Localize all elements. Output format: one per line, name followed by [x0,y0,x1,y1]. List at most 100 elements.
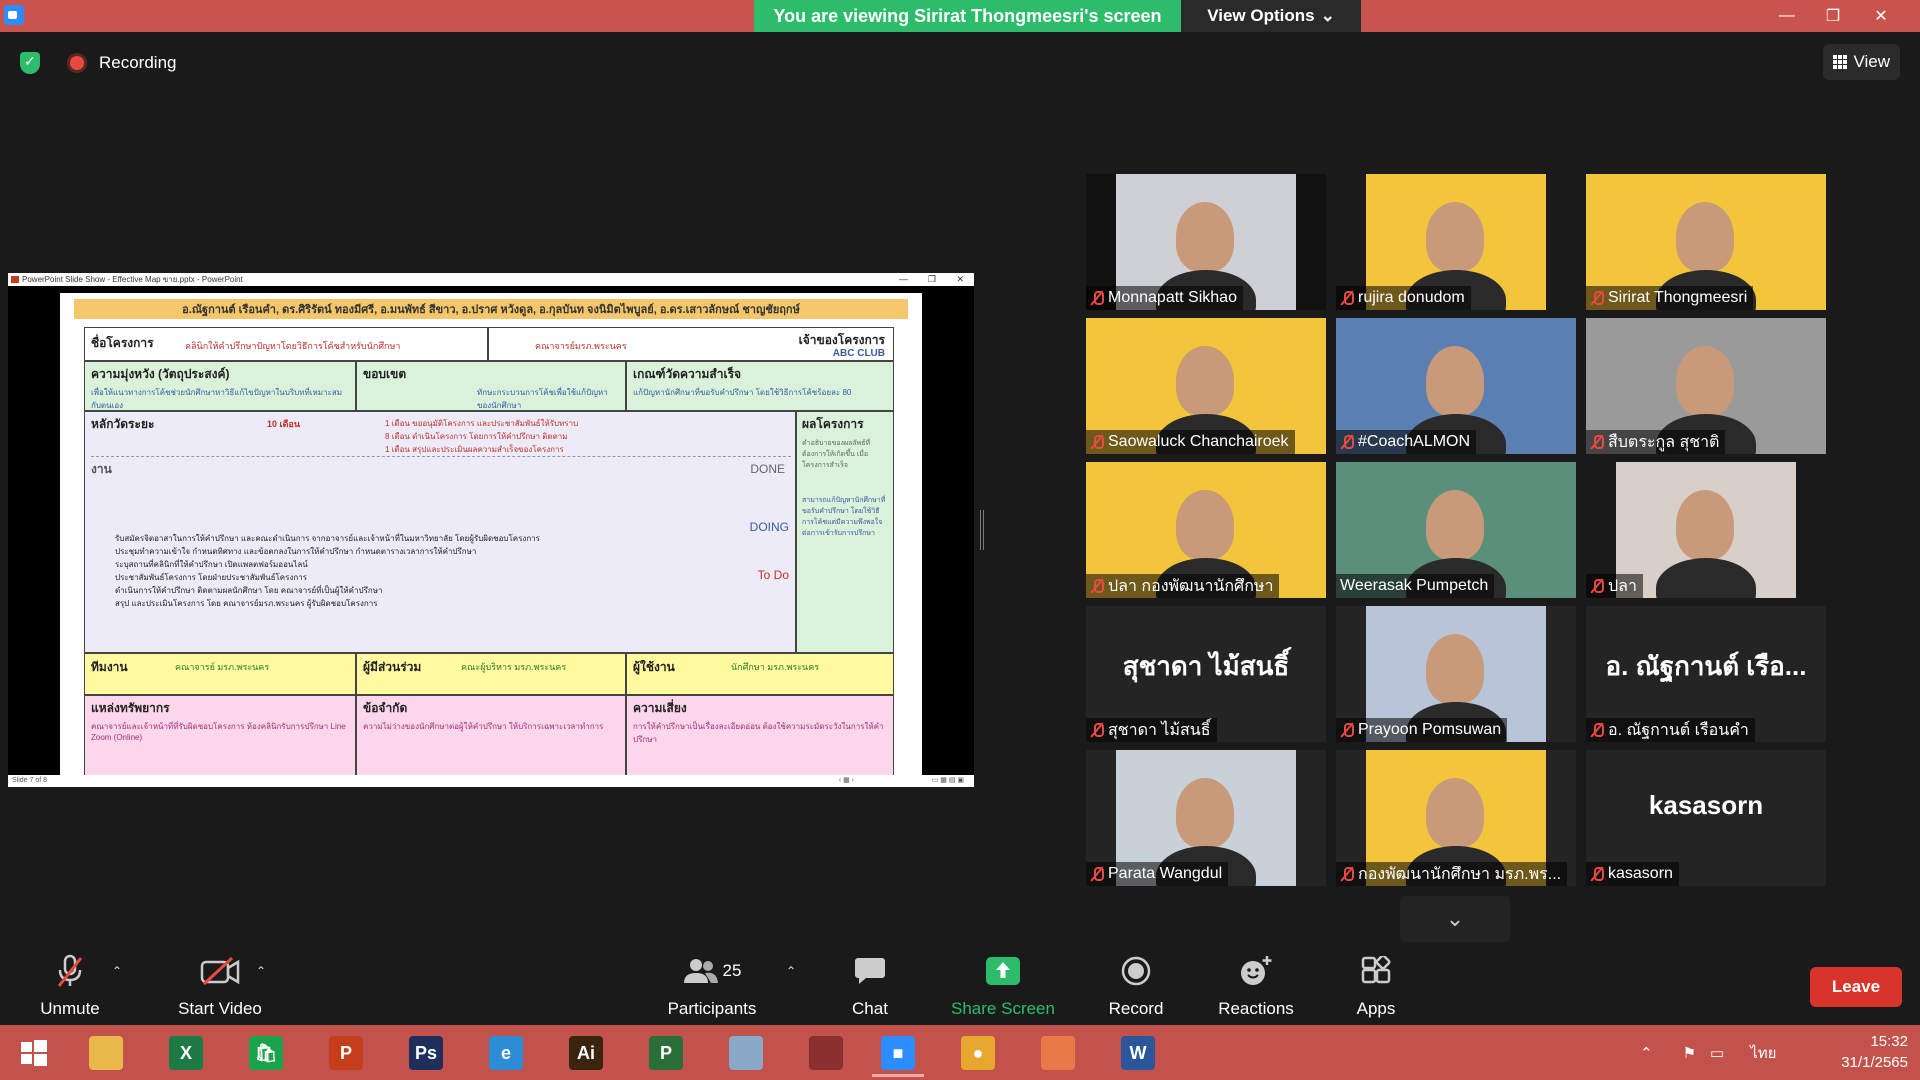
participant-tile[interactable]: Sirirat Thongmeesri [1586,174,1826,310]
video-options-caret-icon[interactable]: ⌃ [256,964,266,978]
start-video-button[interactable]: Start Video [160,940,280,1025]
audio-options-caret-icon[interactable]: ⌃ [112,964,122,978]
view-options-button[interactable]: View Options ⌄ [1181,0,1361,32]
participant-tile[interactable]: Parata Wangdul [1086,750,1326,886]
participant-tile[interactable]: rujira donudom [1336,174,1576,310]
slide-view-icons[interactable]: ▭ ▦ ▤ ▣ [932,775,964,787]
participant-tile[interactable]: #CoachALMON [1336,318,1576,454]
microphone-muted-icon [50,951,90,991]
view-label: View [1853,52,1890,71]
taskbar-store-button[interactable]: 🛍 [232,1029,300,1077]
taskbar-file-explorer-button[interactable] [72,1029,140,1077]
clock-date: 31/1/2565 [1841,1054,1908,1071]
participant-silhouette [1426,634,1484,704]
stakeholder-box: ผู้มีส่วนร่วม คณะผู้บริหาร มรภ.พระนคร [356,653,626,695]
participant-silhouette [1176,346,1234,416]
minimize-button[interactable]: — [1764,0,1810,32]
participant-name: kasasorn [1608,865,1673,882]
record-button[interactable]: Record [1096,940,1176,1025]
risk-box: ความเสี่ยง การให้คำปรึกษาเป็นเรื่องละเอี… [626,695,894,777]
slide-nav-icons[interactable]: ‹ ▦ › [839,775,854,787]
participant-tile[interactable]: สืบตระกูล สุชาติ [1586,318,1826,454]
success-criteria-box: เกณฑ์วัดความสำเร็จ แก้ปัญหานักศึกษาที่ขอ… [626,361,894,411]
participant-name: Monnapatt Sikhao [1108,289,1237,306]
slideshow-title: PowerPoint Slide Show - Effective Map ขา… [22,275,243,284]
taskbar-start-button[interactable] [0,1029,68,1077]
participant-name-bar: Saowaluck Chanchairoek [1086,430,1295,454]
share-screen-button[interactable]: Share Screen [944,940,1062,1025]
participant-name: #CoachALMON [1358,433,1471,450]
participants-caret-icon[interactable]: ⌃ [786,964,796,978]
view-button[interactable]: View [1823,44,1900,80]
milestone-list: 1 เดือน ขออนุมัติโครงการ และประชาสัมพันธ… [385,419,579,454]
participant-tile[interactable]: Weerasak Pumpetch [1336,462,1576,598]
participant-tile[interactable]: สุชาดา ไม้สนธิ์ สุชาดา ไม้สนธิ์ [1086,606,1326,742]
participant-name-bar: ปลา [1586,574,1643,598]
apps-button[interactable]: Apps [1336,940,1416,1025]
participant-name-bar: rujira donudom [1336,286,1471,310]
participant-name-bar: Monnapatt Sikhao [1086,286,1243,310]
participant-tile[interactable]: Saowaluck Chanchairoek [1086,318,1326,454]
mic-muted-icon [1340,434,1354,450]
participant-tile[interactable]: Monnapatt Sikhao [1086,174,1326,310]
milestones-and-tasks-box: หลักวัดระยะ 10 เดือน 1 เดือน ขออนุมัติโค… [84,411,796,653]
user-box: ผู้ใช้งาน นักศึกษา มรภ.พระนคร [626,653,894,695]
apps-icon [1356,951,1396,991]
participant-name: สืบตระกูล สุชาติ [1608,433,1720,451]
mic-muted-icon [1590,866,1604,882]
participant-tile[interactable]: ปลา [1586,462,1826,598]
participants-button[interactable]: 25 Participants [660,940,764,1025]
taskbar-pen-tool-button[interactable] [712,1029,780,1077]
project-owner-box: คณาจารย์มรภ.พระนคร เจ้าของโครงการ ABC CL… [488,327,894,361]
taskbar-chrome-button[interactable]: ● [944,1029,1012,1077]
taskbar-word-button[interactable]: W [1104,1029,1172,1077]
participant-tile[interactable]: kasasorn kasasorn [1586,750,1826,886]
team-box: ทีมงาน คณาจารย์ มรภ.พระนคร [84,653,356,695]
close-button[interactable]: ✕ [1858,0,1904,32]
taskbar-powerpoint-button[interactable]: P [312,1029,380,1077]
tray-overflow-icon[interactable]: ⌃ [1640,1044,1653,1062]
taskbar-zoom-button[interactable]: ■ [864,1029,932,1077]
smiley-plus-icon [1236,951,1276,991]
taskbar-internet-explorer-button[interactable]: e [472,1029,540,1077]
participant-name-bar: สุชาดา ไม้สนธิ์ [1086,718,1217,742]
unmute-label: Unmute [40,999,100,1018]
taskbar-photos-button[interactable] [1024,1029,1092,1077]
taskbar-excel-button[interactable]: X [152,1029,220,1077]
leave-button[interactable]: Leave [1810,967,1902,1007]
zoom-icon: ■ [881,1036,915,1070]
network-icon[interactable]: ▭ [1710,1044,1724,1062]
taskbar-illustrator-button[interactable]: Ai [552,1029,620,1077]
chat-button[interactable]: Chat [830,940,910,1025]
participant-silhouette [1426,202,1484,272]
unmute-button[interactable]: Unmute [30,940,110,1025]
participant-name-bar: ปลา กองพัฒนานักศึกษา [1086,574,1280,598]
participant-tile[interactable]: อ. ณัฐกานต์ เรือ... อ. ณัฐกานต์ เรือนคำ [1586,606,1826,742]
file-explorer-icon [89,1036,123,1070]
participant-display-name: kasasorn [1648,790,1764,820]
taskbar-photoscape-button[interactable] [792,1029,860,1077]
taskbar-photoshop-button[interactable]: Ps [392,1029,460,1077]
split-resize-handle[interactable] [980,510,984,550]
participant-silhouette [1176,490,1234,560]
participant-tile[interactable]: Prayoon Pomsuwan [1336,606,1576,742]
participant-name-bar: Parata Wangdul [1086,862,1229,886]
share-screen-label: Share Screen [951,999,1055,1018]
project-map-slide: อ.ณัฐกานต์ เรือนคำ, ดร.ศิริรัตน์ ทองมีศร… [60,293,922,777]
project-name-box: ชื่อโครงการ คลินิกให้คำปรึกษาปัญหาโดยวิธ… [84,327,488,361]
share-arrow-icon [983,951,1023,991]
security-shield-icon[interactable] [20,52,40,74]
participant-tile[interactable]: ปลา กองพัฒนานักศึกษา [1086,462,1326,598]
reactions-button[interactable]: Reactions [1208,940,1304,1025]
chevron-down-icon: ⌄ [1320,6,1335,25]
input-language[interactable]: ไทย [1750,1041,1776,1065]
action-center-flag-icon[interactable]: ⚑ [1683,1044,1696,1062]
participant-name: Prayoon Pomsuwan [1358,721,1502,738]
gallery-next-page-button[interactable]: ⌄ [1400,896,1510,942]
participant-name: rujira donudom [1358,289,1465,306]
taskbar-clock[interactable]: 15:32 31/1/2565 [1841,1031,1908,1073]
participant-tile[interactable]: กองพัฒนานักศึกษา มรภ.พร... [1336,750,1576,886]
restore-button[interactable]: ❐ [1810,0,1856,32]
shared-screen[interactable]: PowerPoint Slide Show - Effective Map ขา… [8,273,974,787]
taskbar-project-button[interactable]: P [632,1029,700,1077]
